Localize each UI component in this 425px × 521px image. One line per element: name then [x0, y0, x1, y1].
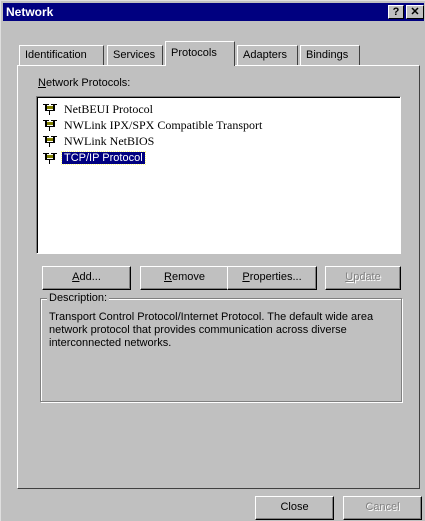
network-protocols-label: Network Protocols: — [38, 77, 131, 89]
network-dialog: Network ? ✕ Identification Services Prot… — [0, 0, 425, 521]
remove-button[interactable]: Remove — [140, 266, 229, 290]
window-title: Network — [6, 5, 54, 19]
close-icon: ✕ — [410, 6, 420, 18]
description-group: Description: Transport Control Protocol/… — [40, 292, 402, 402]
list-item[interactable]: NWLink NetBIOS — [41, 133, 156, 149]
tab-identification[interactable]: Identification — [19, 45, 104, 65]
description-text: Transport Control Protocol/Internet Prot… — [49, 311, 374, 349]
tab-adapters[interactable]: Adapters — [237, 45, 298, 65]
help-button[interactable]: ? — [388, 5, 404, 19]
update-button[interactable]: Update — [325, 266, 401, 290]
description-label: Description: — [47, 292, 110, 304]
network-protocol-icon — [43, 136, 57, 147]
title-bar[interactable]: Network ? ✕ — [3, 3, 424, 21]
network-protocol-icon — [43, 104, 57, 115]
close-window-button[interactable]: ✕ — [406, 5, 424, 19]
protocols-panel: Network Protocols: NetBEUI Protocol NWLi… — [17, 65, 420, 489]
protocol-list[interactable]: NetBEUI Protocol NWLink IPX/SPX Compatib… — [36, 96, 401, 254]
list-item[interactable]: NetBEUI Protocol — [41, 101, 155, 117]
tab-protocols[interactable]: Protocols — [165, 41, 235, 66]
list-item[interactable]: NWLink IPX/SPX Compatible Transport — [41, 117, 264, 133]
list-item-selected[interactable]: TCP/IP Protocol — [41, 150, 146, 166]
network-protocol-icon — [43, 153, 57, 164]
tab-services[interactable]: Services — [107, 45, 163, 65]
tab-bindings[interactable]: Bindings — [300, 45, 360, 65]
network-protocol-icon — [43, 120, 57, 131]
cancel-button[interactable]: Cancel — [343, 496, 422, 520]
add-button[interactable]: Add... — [42, 266, 131, 290]
properties-button[interactable]: Properties... — [227, 266, 317, 290]
close-button[interactable]: Close — [255, 496, 334, 520]
